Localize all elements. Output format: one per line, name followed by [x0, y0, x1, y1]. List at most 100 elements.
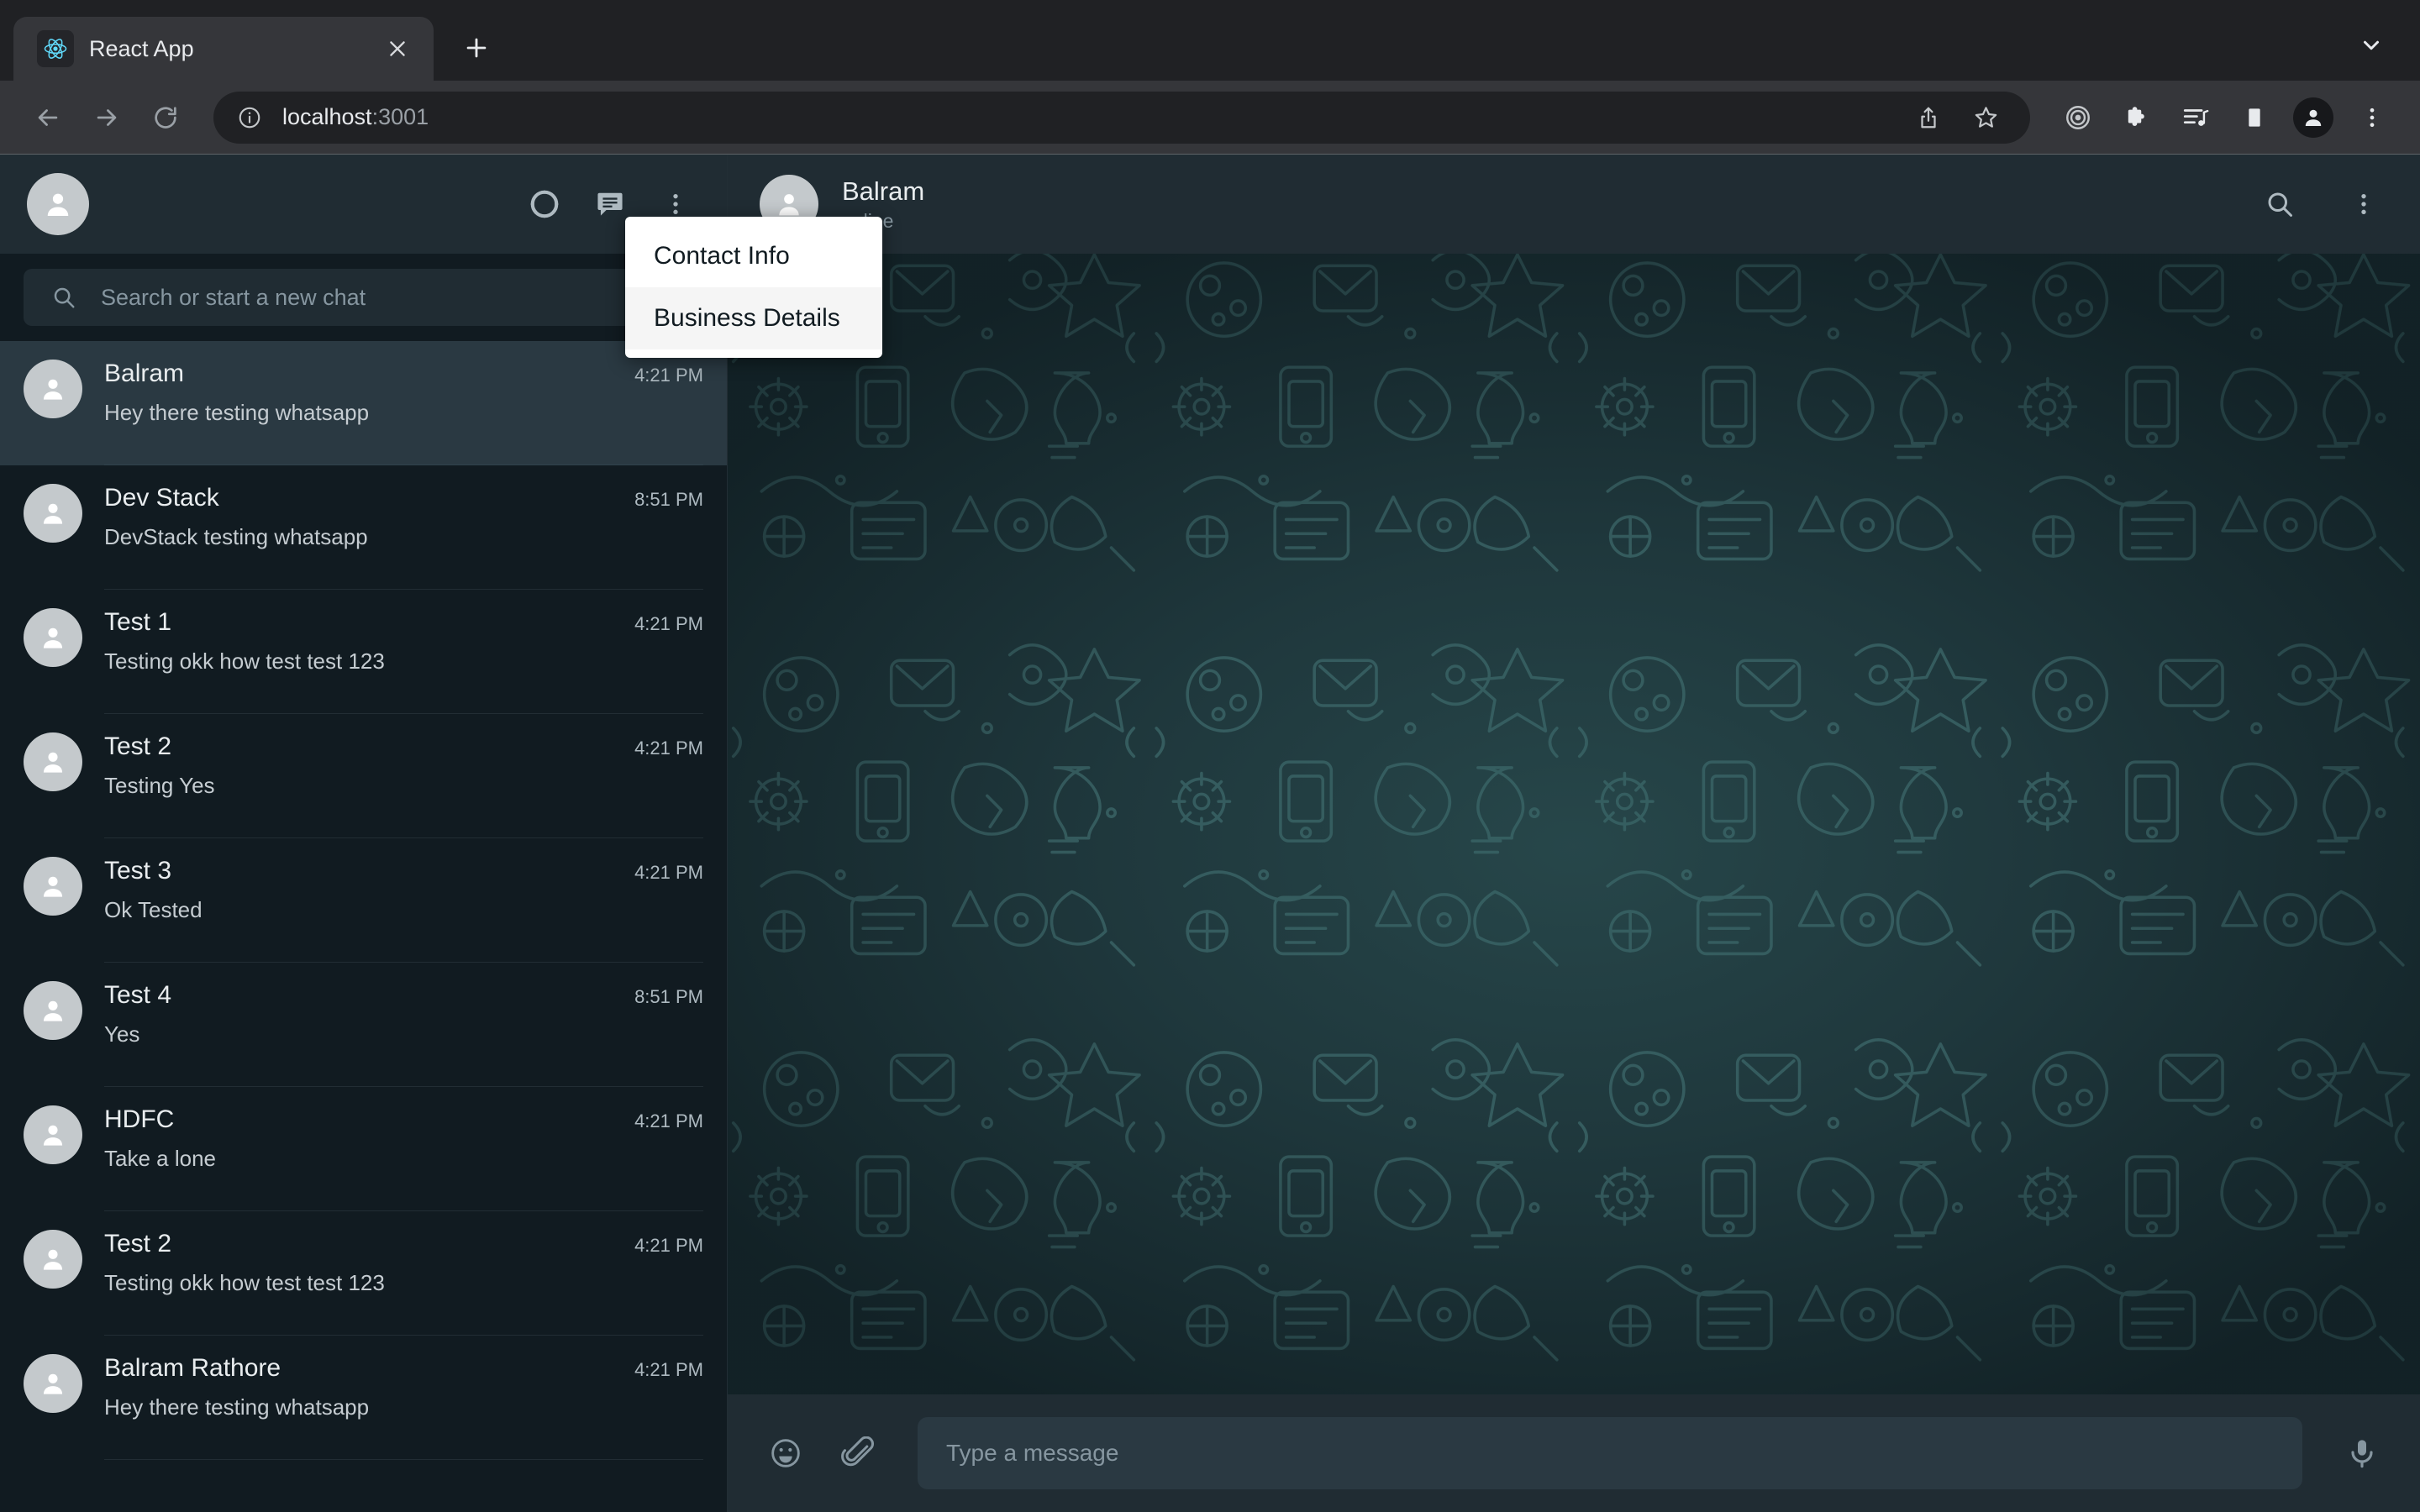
privacy-target-icon[interactable]	[2052, 92, 2104, 144]
chat-item-message: Testing okk how test test 123	[104, 648, 385, 674]
user-avatar-icon	[24, 608, 82, 667]
chat-list-item[interactable]: HDFC 4:21 PM Take a lone	[0, 1087, 727, 1211]
chat-item-body: Test 1 4:21 PM Testing okk how test test 1…	[104, 608, 703, 714]
chat-item-top: HDFC 4:21 PM	[104, 1105, 703, 1134]
url-port: :3001	[371, 104, 429, 129]
message-composer	[728, 1394, 2420, 1512]
search-input[interactable]	[101, 284, 678, 311]
search-icon	[49, 282, 79, 312]
user-avatar-icon	[24, 1354, 82, 1413]
chat-item-top: Test 3 4:21 PM	[104, 857, 703, 885]
chat-item-time: 8:51 PM	[634, 986, 703, 1007]
user-avatar-icon	[24, 1230, 82, 1289]
user-avatar-icon[interactable]	[27, 173, 89, 235]
search-section	[0, 254, 727, 341]
reload-icon[interactable]	[139, 92, 192, 144]
url-host: localhost	[282, 104, 372, 129]
side-panel-icon[interactable]	[2228, 92, 2281, 144]
chat-list-item[interactable]: Test 2 4:21 PM Testing okk how test test 1…	[0, 1211, 727, 1336]
chat-panel: Balram online	[728, 155, 2420, 1512]
chat-item-name: HDFC	[104, 1105, 175, 1133]
address-bar[interactable]: localhost:3001	[213, 91, 2030, 144]
tab-title: React App	[89, 35, 194, 61]
chat-item-body: Test 4 8:51 PM Yes	[104, 981, 703, 1087]
share-icon[interactable]	[1906, 95, 1951, 140]
message-input[interactable]	[918, 1417, 2302, 1489]
chat-sidebar: Balram 4:21 PM Hey there testing whatsapp D…	[0, 155, 728, 1512]
extensions-puzzle-icon[interactable]	[2111, 92, 2163, 144]
search-icon[interactable]	[2255, 180, 2304, 228]
user-avatar-icon	[24, 484, 82, 543]
user-avatar-icon	[24, 857, 82, 916]
media-playlist-icon[interactable]	[2170, 92, 2222, 144]
chat-list-item[interactable]: Dev Stack 8:51 PM DevStack testing whatsap…	[0, 465, 727, 590]
chat-list-item[interactable]: Test 4 8:51 PM Yes	[0, 963, 727, 1087]
browser-window: React App localhost:3001 Search or start…	[0, 0, 2420, 1512]
close-icon[interactable]	[380, 31, 415, 66]
chat-item-body: Balram 4:21 PM Hey there testing whatsapp	[104, 360, 703, 465]
chat-item-name: Test 2	[104, 732, 172, 760]
browser-toolbar: localhost:3001	[0, 81, 2420, 155]
context-dropdown-menu[interactable]: Contact Info Business Details	[625, 217, 882, 358]
search-box[interactable]	[24, 269, 703, 326]
chat-item-name: Dev Stack	[104, 484, 219, 512]
chat-item-body: Dev Stack 8:51 PM DevStack testing whatsap…	[104, 484, 703, 590]
react-logo-icon	[37, 30, 74, 67]
chat-item-message: Hey there testing whatsapp	[104, 1394, 370, 1420]
avatar	[2293, 97, 2333, 138]
chat-list-item[interactable]: Test 1 4:21 PM Testing okk how test test 1…	[0, 590, 727, 714]
chat-item-body: Balram Rathore 4:21 PM Hey there testing w…	[104, 1354, 703, 1460]
chat-item-name: Balram Rathore	[104, 1354, 281, 1382]
chat-item-message: Hey there testing whatsapp	[104, 400, 370, 425]
star-icon[interactable]	[1963, 95, 2008, 140]
chat-item-top: Test 2 4:21 PM	[104, 732, 703, 761]
chat-item-top: Test 1 4:21 PM	[104, 608, 703, 637]
chat-item-body: Test 2 4:21 PM Testing okk how test test 1…	[104, 1230, 703, 1336]
chat-item-name: Balram	[104, 360, 185, 387]
dropdown-menu-item[interactable]: Business Details	[625, 287, 882, 349]
chat-list-item[interactable]: Test 2 4:21 PM Testing Yes	[0, 714, 727, 838]
chat-item-top: Dev Stack 8:51 PM	[104, 484, 703, 512]
chat-item-time: 4:21 PM	[634, 613, 703, 634]
chat-item-top: Test 4 8:51 PM	[104, 981, 703, 1010]
user-avatar-icon	[24, 981, 82, 1040]
status-ring-icon[interactable]	[520, 180, 569, 228]
chat-list-item[interactable]: Test 3 4:21 PM Ok Tested	[0, 838, 727, 963]
address-bar-url: localhost:3001	[282, 104, 429, 130]
chat-item-time: 4:21 PM	[634, 862, 703, 883]
chat-item-name: Test 4	[104, 981, 172, 1009]
chat-list-item[interactable]: Balram 4:21 PM Hey there testing whatsapp	[0, 341, 727, 465]
overflow-menu-icon[interactable]	[2339, 180, 2388, 228]
chat-message-area	[728, 254, 2420, 1394]
dropdown-menu-item[interactable]: Contact Info	[625, 225, 882, 287]
chat-header-actions	[2255, 180, 2388, 228]
chevron-down-icon[interactable]	[2348, 22, 2395, 69]
chat-item-message: Ok Tested	[104, 897, 203, 922]
forward-arrow-icon[interactable]	[81, 92, 133, 144]
browser-tab[interactable]: React App	[13, 17, 434, 81]
chat-list-item[interactable]: Balram Rathore 4:21 PM Hey there testing w…	[0, 1336, 727, 1460]
back-arrow-icon[interactable]	[22, 92, 74, 144]
profile-avatar-icon[interactable]	[2287, 92, 2339, 144]
chat-contact-name: Balram	[842, 176, 925, 206]
chat-item-message: Testing okk how test test 123	[104, 1270, 385, 1295]
chat-item-time: 4:21 PM	[634, 1235, 703, 1256]
sidebar-header	[0, 155, 727, 254]
user-avatar-icon	[24, 1105, 82, 1164]
chat-item-time: 4:21 PM	[634, 1359, 703, 1380]
chat-item-time: 4:21 PM	[634, 1110, 703, 1131]
paperclip-icon[interactable]	[834, 1429, 882, 1478]
tab-strip: React App	[0, 0, 2420, 81]
chat-item-time: 8:51 PM	[634, 489, 703, 510]
chat-item-message: DevStack testing whatsapp	[104, 524, 368, 549]
user-avatar-icon	[24, 732, 82, 791]
emoji-smiley-icon[interactable]	[761, 1429, 810, 1478]
new-tab-button[interactable]	[447, 18, 506, 77]
microphone-icon[interactable]	[2338, 1429, 2386, 1478]
wallpaper-vignette	[728, 254, 2420, 1394]
tab-strip-right	[2348, 22, 2395, 69]
chat-item-name: Test 1	[104, 608, 172, 636]
info-circle-icon[interactable]	[235, 103, 264, 132]
chat-list[interactable]: Balram 4:21 PM Hey there testing whatsapp D…	[0, 341, 727, 1512]
browser-menu-icon[interactable]	[2346, 92, 2398, 144]
